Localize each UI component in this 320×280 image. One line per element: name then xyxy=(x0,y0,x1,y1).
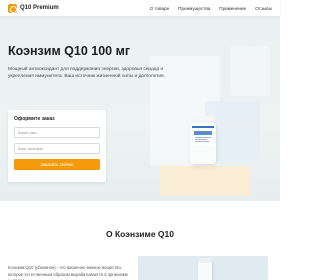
site-header: Q10 Premium О товаре Преимущества Примен… xyxy=(0,0,280,16)
bottle-label-line xyxy=(195,141,209,142)
hero-decor-block xyxy=(230,46,270,96)
order-form: Оформите заказ Заказать сейчас xyxy=(8,110,106,182)
about-bottle xyxy=(198,258,212,280)
bottle-label xyxy=(192,126,214,145)
order-form-title: Оформите заказ xyxy=(14,116,55,122)
nav-link-reviews[interactable]: Отзывы xyxy=(255,6,272,11)
hero-decor-block xyxy=(160,166,250,196)
nav-link-about-product[interactable]: О товаре xyxy=(150,6,170,11)
logo[interactable]: Q10 Premium xyxy=(8,3,59,13)
nav-link-usage[interactable]: Применение xyxy=(219,6,246,11)
name-input[interactable] xyxy=(14,127,100,138)
nav-link-benefits[interactable]: Преимущества xyxy=(178,6,210,11)
logo-icon xyxy=(8,3,17,13)
order-now-button[interactable]: Заказать сейчас xyxy=(14,159,100,170)
product-bottle-image xyxy=(190,116,216,164)
about-section-title: О Коэнзиме Q10 xyxy=(106,229,174,239)
main-nav: О товаре Преимущества Применение Отзывы xyxy=(150,6,272,11)
about-text: Коэнзим Q10 (убихинон) - это жизненно ва… xyxy=(8,265,128,280)
hero-description: Мощный антиоксидант для поддержания энер… xyxy=(8,67,165,80)
hero-title: Коэнзим Q10 100 мг xyxy=(8,44,131,58)
about-product-image xyxy=(138,256,268,280)
phone-input[interactable] xyxy=(14,143,100,154)
logo-text: Q10 Premium xyxy=(20,5,59,11)
bottle-label-band xyxy=(194,131,212,135)
hero-section: Коэнзим Q10 100 мг Мощный антиоксидант д… xyxy=(0,16,280,201)
bottle-label-line xyxy=(195,139,207,140)
bottle-label-line xyxy=(195,137,211,138)
